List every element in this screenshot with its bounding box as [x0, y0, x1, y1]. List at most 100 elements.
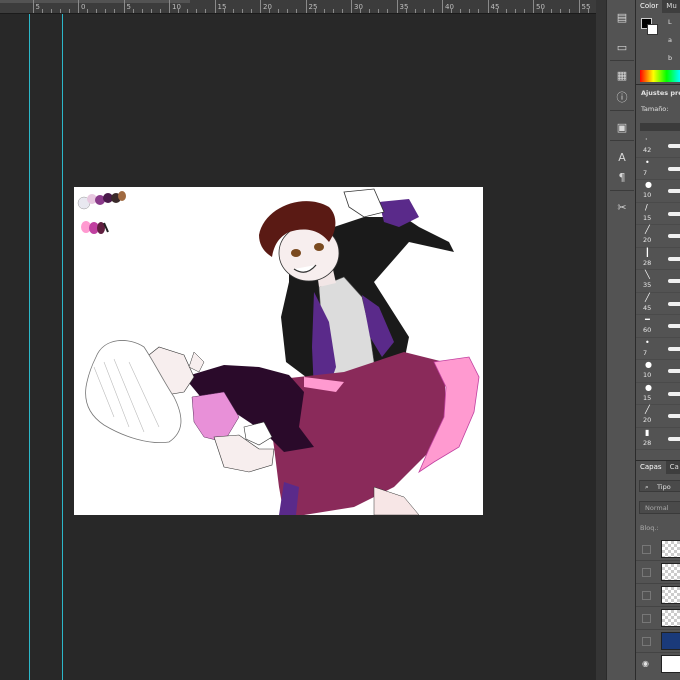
brush-preset-item[interactable]: ┃ 28: [636, 248, 680, 270]
ruler-tick-label: 50: [536, 3, 545, 11]
divider: [610, 60, 634, 61]
layer-thumbnail: [661, 540, 680, 558]
brush-preset-item[interactable]: ━ 60: [636, 315, 680, 338]
ruler-minor-tick: [460, 9, 462, 13]
brush-preset-item[interactable]: /15: [636, 203, 680, 225]
brush-stroke-preview: [668, 256, 680, 261]
ruler-tick-label: 35: [399, 3, 409, 11]
photoshop-window: 5 0 5 10 15 20 25 30 35 40 45 50 55 ▤ ▭ …: [0, 0, 680, 680]
ruler-tick-label: 55: [581, 3, 591, 11]
brush-preset-item[interactable]: ● 15: [636, 383, 680, 405]
ruler-tick: [305, 0, 307, 13]
ruler-minor-tick: [132, 9, 134, 13]
brush-stroke-preview: [668, 234, 680, 239]
adjustments-title: Ajustes prec: [641, 89, 680, 97]
ruler-minor-tick: [360, 9, 362, 13]
visibility-toggle[interactable]: [642, 637, 651, 646]
brush-preset-item[interactable]: • 7: [636, 158, 680, 180]
layer-row[interactable]: [636, 538, 680, 561]
layer-row[interactable]: [636, 584, 680, 607]
ruler-minor-tick: [223, 9, 225, 13]
document-tab-strip[interactable]: [0, 0, 190, 3]
brush-tip-icon: •: [645, 337, 650, 347]
ruler-minor-tick: [551, 9, 553, 13]
horizontal-ruler[interactable]: 5 0 5 10 15 20 25 30 35 40 45 50 55: [0, 0, 616, 14]
brush-preset-item[interactable]: • 7: [636, 337, 680, 360]
layer-thumbnail: [661, 632, 680, 650]
ruler-minor-tick: [150, 9, 152, 13]
tab-channels[interactable]: Ca: [666, 461, 680, 474]
ruler-minor-tick: [378, 9, 380, 13]
tool-presets-icon[interactable]: ✂: [612, 198, 632, 216]
brush-tip-icon: ●: [645, 360, 652, 369]
layer-filter[interactable]: ⌕ Tipo: [639, 480, 680, 492]
tab-layers[interactable]: Capas: [636, 461, 666, 474]
info-icon[interactable]: ⓘ: [612, 88, 632, 106]
brush-stroke-preview: [668, 391, 680, 396]
ruler-minor-tick: [278, 9, 280, 13]
ruler-minor-tick: [569, 9, 571, 13]
clone-source-icon[interactable]: ▣: [612, 118, 632, 136]
brush-stroke-preview: [668, 369, 680, 374]
panel-icon-strip: ▤ ▭ ▦ ⓘ ▣ A ¶ ✂: [606, 0, 636, 680]
layer-comps-icon[interactable]: ▦: [612, 66, 632, 84]
channel-b-label: b: [668, 54, 673, 62]
ruler-minor-tick: [87, 9, 89, 13]
layer-row[interactable]: [636, 630, 680, 653]
ruler-minor-tick: [341, 9, 343, 13]
brush-stroke-preview: [668, 301, 680, 306]
visibility-toggle[interactable]: [642, 568, 651, 577]
ruler-minor-tick: [387, 9, 389, 13]
divider: [610, 190, 634, 191]
visibility-toggle[interactable]: [642, 545, 651, 554]
vertical-guide[interactable]: [29, 14, 30, 680]
ruler-tick-label: 5: [35, 3, 40, 11]
vertical-guide[interactable]: [62, 14, 63, 680]
brush-size-label: 15: [643, 213, 652, 222]
visibility-toggle[interactable]: [642, 614, 651, 623]
ruler-minor-tick: [205, 9, 207, 13]
background-color-swatch[interactable]: [647, 24, 658, 35]
layer-row[interactable]: ◉: [636, 653, 680, 676]
brush-preset-item[interactable]: ╱ 20: [636, 405, 680, 428]
tab-color[interactable]: Color: [636, 0, 663, 13]
brush-size-label: 7: [643, 348, 648, 357]
document-canvas[interactable]: [74, 187, 483, 515]
brush-tip-icon: ╱: [645, 225, 650, 234]
brush-tip-icon: ●: [645, 180, 652, 189]
paragraph-icon[interactable]: ¶: [612, 168, 632, 186]
blend-mode-select[interactable]: Normal: [639, 501, 680, 514]
size-slider[interactable]: [640, 123, 680, 131]
brush-preset-item[interactable]: ▮ 28: [636, 428, 680, 450]
ruler-minor-tick: [505, 9, 507, 13]
brush-size-label: 20: [643, 416, 652, 424]
ruler-minor-tick: [250, 9, 252, 13]
layer-row[interactable]: [636, 561, 680, 584]
brush-preset-icon[interactable]: ▭: [612, 38, 632, 56]
layer-row[interactable]: [636, 607, 680, 630]
ruler-tick-label: 40: [445, 3, 454, 11]
artwork-illustration: [77, 188, 480, 515]
brush-preset-item[interactable]: ╱ 20: [636, 225, 680, 248]
tab-swatches[interactable]: Mu: [662, 0, 680, 13]
color-panel: Color Mu L a b: [636, 0, 680, 84]
brush-preset-item[interactable]: ● 10: [636, 180, 680, 203]
panel-divider[interactable]: [596, 0, 606, 680]
visibility-toggle[interactable]: [642, 591, 651, 600]
color-ramp[interactable]: [640, 70, 680, 82]
history-icon[interactable]: ▤: [612, 8, 632, 26]
brush-preset-item[interactable]: ● 10: [636, 360, 680, 383]
ruler-minor-tick: [587, 9, 589, 13]
brush-size-label: 10: [643, 191, 652, 199]
ruler-tick-label: 20: [263, 3, 272, 11]
ruler-tick-label: 5: [126, 3, 131, 11]
brush-preset-item[interactable]: ╲ 35: [636, 270, 680, 293]
divider: [610, 110, 634, 111]
ruler-minor-tick: [414, 9, 416, 13]
ruler-tick-label: 45: [490, 3, 500, 11]
eye-icon[interactable]: ◉: [642, 659, 649, 668]
character-icon[interactable]: A: [612, 148, 632, 166]
brush-preset-item[interactable]: ╱ 45: [636, 293, 680, 315]
brush-preset-item[interactable]: · 42: [636, 135, 680, 158]
ruler-tick: [442, 0, 443, 13]
